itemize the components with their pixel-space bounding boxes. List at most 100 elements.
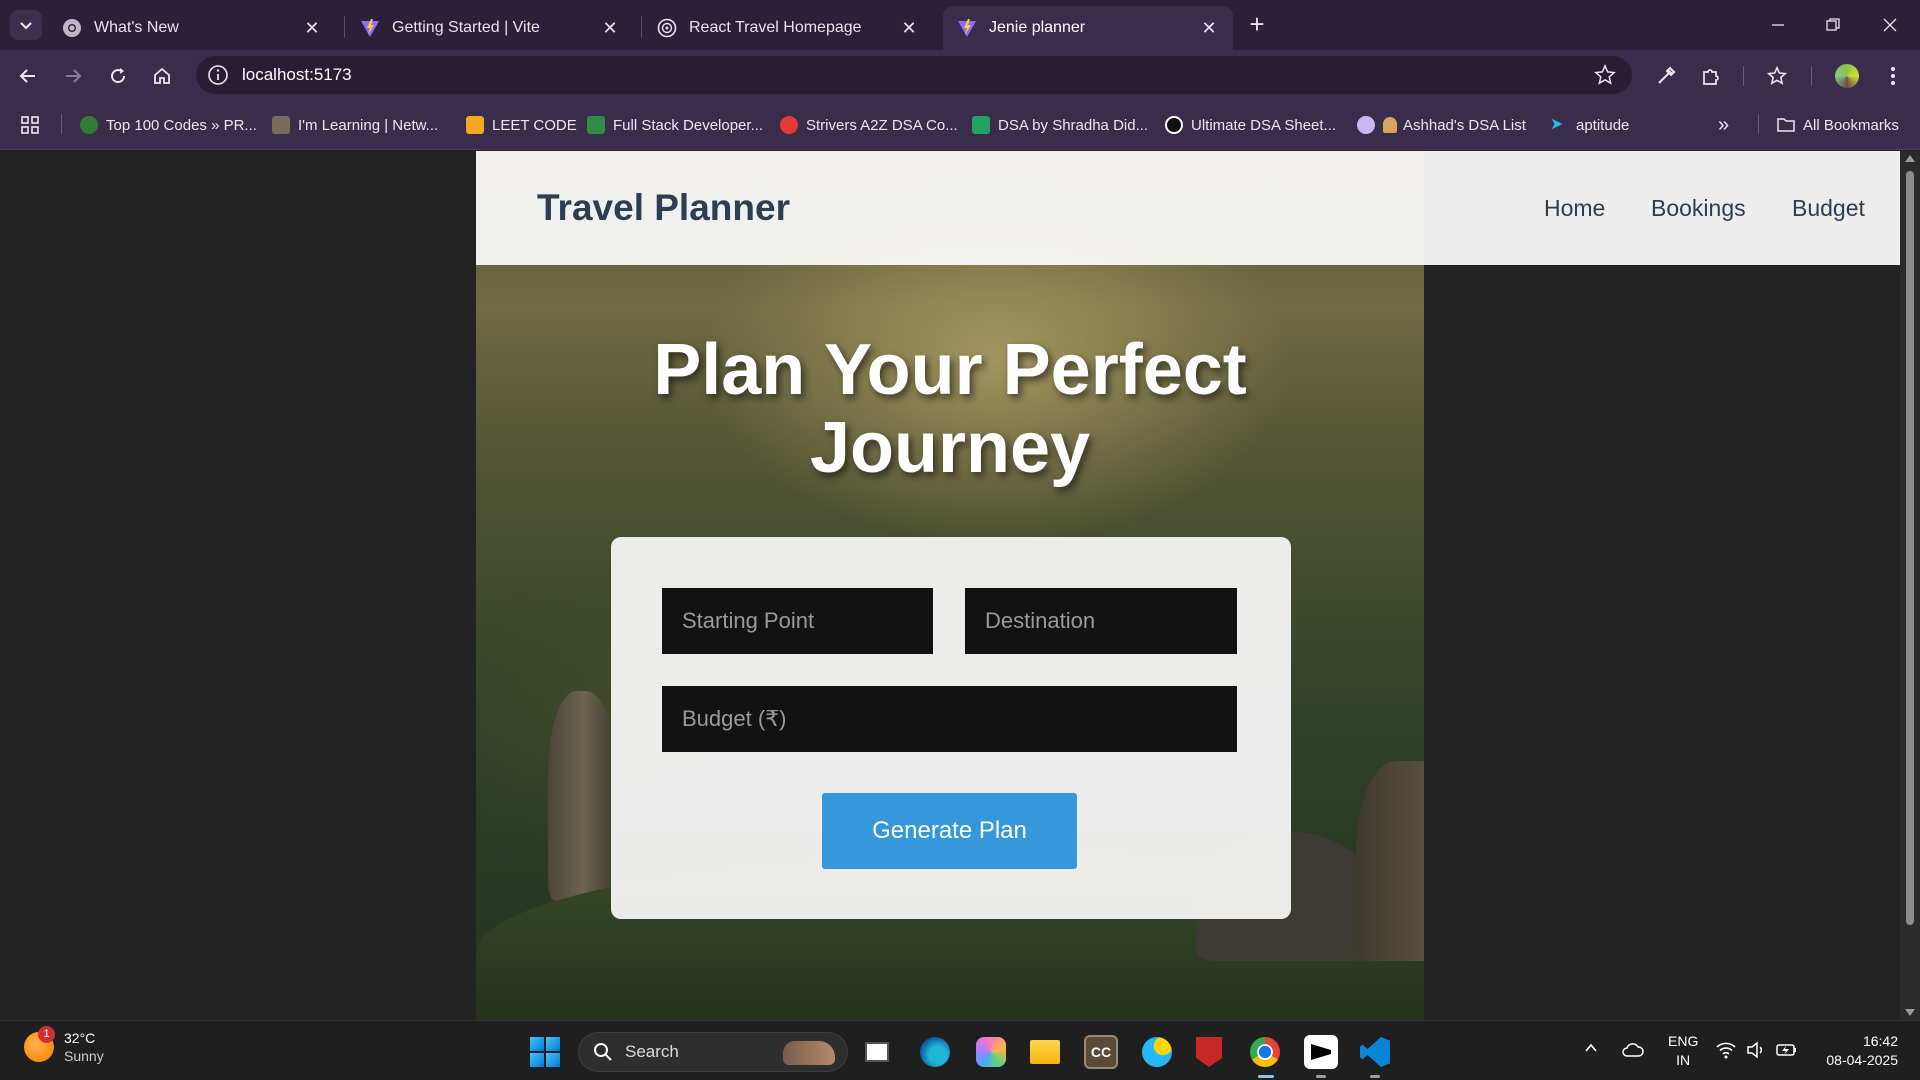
menu-button[interactable] — [1880, 63, 1906, 89]
capcut-button[interactable] — [1304, 1035, 1338, 1069]
restore-button[interactable] — [1813, 8, 1853, 42]
tab-jenie-planner[interactable]: Jenie planner ✕ — [943, 6, 1233, 50]
home-icon — [154, 67, 170, 84]
bookmark-star-icon[interactable] — [1594, 64, 1616, 86]
windows-logo-icon — [530, 1053, 544, 1067]
arrow-left-icon — [19, 69, 35, 83]
bookmarks-divider — [1758, 114, 1759, 134]
nav-link-home[interactable]: Home — [1544, 195, 1605, 222]
file-explorer-button[interactable] — [1028, 1035, 1062, 1069]
new-tab-button[interactable]: + — [1244, 11, 1270, 38]
folder-icon — [1030, 1040, 1060, 1064]
nav-link-budget[interactable]: Budget — [1792, 195, 1865, 222]
bookmark-label: Full Stack Developer... — [613, 116, 764, 134]
bookmark-item[interactable]: Top 100 Codes » PR... — [80, 114, 257, 136]
tab-search-button[interactable] — [10, 10, 42, 40]
cloud-sync-icon — [1622, 1043, 1644, 1057]
star-list-icon — [1766, 65, 1788, 85]
tab-title: What's New — [94, 19, 179, 36]
bookmark-favicon-icon — [466, 116, 484, 134]
hero-background-image — [1356, 761, 1424, 961]
bookmark-item[interactable]: Ultimate DSA Sheet... — [1165, 114, 1336, 136]
forward-button[interactable] — [58, 61, 88, 91]
show-hidden-icons-button[interactable] — [1584, 1041, 1598, 1058]
bookmark-item[interactable]: Strivers A2Z DSA Co... — [780, 114, 958, 136]
task-view-button[interactable] — [860, 1035, 894, 1069]
home-button[interactable] — [147, 61, 177, 91]
copilot-button[interactable] — [974, 1035, 1008, 1069]
globe-icon — [657, 18, 677, 38]
cc-app-button[interactable]: CC — [1084, 1035, 1118, 1069]
window-close-button[interactable] — [1870, 8, 1910, 42]
bookmark-label: Ultimate DSA Sheet... — [1191, 116, 1337, 134]
close-icon[interactable]: ✕ — [600, 18, 620, 38]
bookmark-item[interactable]: DSA by Shradha Did... — [972, 114, 1148, 136]
windows-taskbar: 1 32°C Sunny Search CC ENG IN 16:42 08-0… — [0, 1020, 1920, 1080]
page-scrollbar[interactable] — [1900, 151, 1920, 1020]
start-button[interactable] — [530, 1037, 560, 1067]
onedrive-button[interactable] — [1622, 1041, 1644, 1062]
nav-link-bookings[interactable]: Bookings — [1651, 195, 1746, 222]
battery-charging-icon — [1776, 1044, 1796, 1056]
bookmark-item[interactable]: Full Stack Developer... — [587, 114, 763, 136]
tab-title: Getting Started | Vite — [392, 19, 540, 36]
arrow-right-icon — [66, 69, 82, 83]
all-bookmarks-button[interactable]: All Bookmarks — [1777, 114, 1899, 136]
taskbar-search[interactable]: Search — [578, 1032, 848, 1072]
weather-app-button[interactable] — [1140, 1035, 1174, 1069]
vite-icon — [958, 19, 976, 37]
windows-logo-icon — [546, 1037, 560, 1051]
address-bar[interactable]: localhost:5173 — [196, 56, 1632, 94]
mcafee-shield-icon — [1196, 1037, 1222, 1067]
scroll-up-arrow-icon[interactable] — [1905, 155, 1915, 162]
generate-plan-button[interactable]: Generate Plan — [822, 793, 1077, 869]
all-bookmarks-label: All Bookmarks — [1803, 116, 1899, 134]
more-bookmarks-button[interactable]: » — [1718, 114, 1729, 136]
tab-whats-new[interactable]: What's New ✕ — [48, 6, 336, 50]
site-brand[interactable]: Travel Planner — [537, 187, 790, 229]
budget-input[interactable]: Budget (₹) — [662, 686, 1237, 752]
system-clock[interactable]: 16:42 08-04-2025 — [1818, 1032, 1898, 1070]
reload-button[interactable] — [103, 61, 133, 91]
bookmark-item[interactable]: ➤ aptitude — [1550, 114, 1629, 136]
extensions-button[interactable] — [1698, 63, 1724, 89]
volume-button[interactable] — [1746, 1041, 1766, 1062]
bookmark-label: aptitude — [1576, 116, 1630, 134]
active-app-indicator — [1258, 1075, 1274, 1078]
close-icon[interactable]: ✕ — [1199, 18, 1219, 38]
bookmark-favicon-icon — [780, 116, 798, 134]
destination-input[interactable]: Destination — [965, 588, 1237, 654]
weather-temp: 32°C — [64, 1030, 96, 1046]
mcafee-button[interactable] — [1192, 1035, 1226, 1069]
scroll-down-arrow-icon[interactable] — [1905, 1009, 1915, 1016]
bookmark-item[interactable]: LEET CODE — [466, 114, 577, 136]
close-icon[interactable]: ✕ — [302, 18, 322, 38]
bookmark-favicon-icon — [587, 116, 605, 134]
close-icon[interactable]: ✕ — [899, 18, 919, 38]
reading-list-button[interactable] — [1764, 63, 1790, 89]
site-info-icon[interactable] — [206, 63, 230, 87]
wifi-button[interactable] — [1716, 1041, 1736, 1062]
tab-getting-started-vite[interactable]: Getting Started | Vite ✕ — [346, 6, 634, 50]
vscode-button[interactable] — [1358, 1035, 1392, 1069]
profile-button[interactable] — [1834, 63, 1860, 89]
eyedropper-extension-button[interactable] — [1653, 63, 1679, 89]
tab-react-travel-homepage[interactable]: React Travel Homepage ✕ — [643, 6, 933, 50]
bookmark-item[interactable]: Ashhad's DSA List — [1357, 114, 1526, 136]
minimize-button[interactable] — [1758, 8, 1798, 42]
bookmarks-divider — [61, 114, 62, 134]
weather-widget[interactable]: 1 32°C Sunny — [24, 1026, 104, 1065]
hero-title-line: Journey — [809, 408, 1091, 488]
search-label: Search — [625, 1042, 679, 1061]
starting-point-input[interactable]: Starting Point — [662, 588, 933, 654]
hero-title-line: Plan Your Perfect — [653, 330, 1247, 410]
tab-separator — [641, 16, 642, 38]
back-button[interactable] — [13, 61, 43, 91]
edge-button[interactable] — [918, 1035, 952, 1069]
chrome-button[interactable] — [1248, 1035, 1282, 1069]
bookmark-item[interactable]: I'm Learning | Netw... — [272, 114, 438, 136]
language-indicator[interactable]: ENG IN — [1668, 1032, 1698, 1070]
battery-button[interactable] — [1776, 1041, 1798, 1062]
scrollbar-thumb[interactable] — [1906, 171, 1914, 925]
apps-button[interactable] — [20, 114, 40, 136]
